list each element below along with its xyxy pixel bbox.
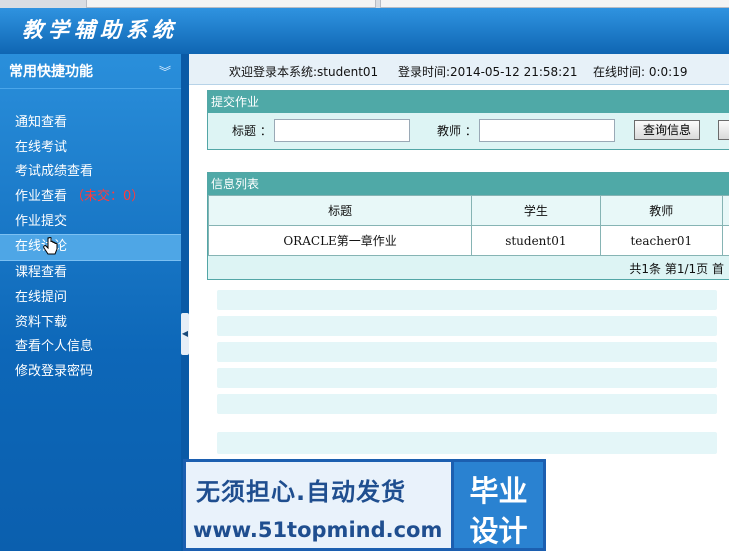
watermark-banner: 无须担心.自动发货 www.51topmind.com 毕业 设计	[183, 459, 546, 551]
title-input[interactable]	[274, 119, 410, 142]
cell-title[interactable]: ORACLE第一章作业	[207, 225, 473, 256]
sidebar-item-notice[interactable]: 通知查看	[0, 111, 181, 136]
status-bar: 欢迎登录本系统:student01 登录时间:2014-05-12 21:58:…	[189, 54, 729, 85]
cell-action[interactable]	[722, 225, 729, 256]
search-form: 标题 ： 教师 ： 查询信息	[208, 113, 729, 147]
column-header: 教师	[599, 195, 724, 226]
column-header	[722, 195, 729, 226]
double-chevron-down-icon[interactable]: ︾	[159, 63, 171, 80]
sidebar-item-label: 修改登录密码	[15, 363, 94, 379]
banner-right: 毕业 设计	[454, 462, 543, 548]
sidebar-item-homework-submit[interactable]: 作业提交	[0, 210, 181, 235]
browser-tab[interactable]	[380, 0, 729, 8]
pagination[interactable]: 共1条 第1/1页 首	[208, 256, 729, 282]
sidebar-item-label: 考试成绩查看	[15, 164, 94, 180]
online-time: 在线时间: 0:0:19	[593, 65, 688, 79]
column-header: 标题	[207, 195, 473, 226]
browser-tab-strip	[0, 0, 729, 8]
sidebar-item-questions[interactable]: 在线提问	[0, 286, 181, 311]
sidebar-item-online-exam[interactable]: 在线考试	[0, 136, 181, 161]
sidebar-item-courses[interactable]: 课程查看	[0, 261, 181, 286]
panel-title: 信息列表	[208, 173, 729, 195]
second-button[interactable]	[718, 120, 729, 140]
banner-word-1: 毕业	[469, 474, 528, 508]
sidebar-item-discussion[interactable]: 在线讨论	[0, 234, 181, 262]
query-button[interactable]: 查询信息	[634, 120, 701, 140]
sidebar-item-label: 课程查看	[15, 265, 68, 281]
sidebar-item-label: 作业提交	[15, 213, 68, 229]
banner-slogan: 无须担心.自动发货	[196, 478, 407, 506]
collapse-sidebar-icon[interactable]: ◀	[181, 313, 189, 355]
sidebar-item-label: 在线讨论	[15, 239, 68, 255]
ghost-row	[217, 290, 717, 310]
cell-student: student01	[471, 225, 601, 256]
sidebar-item-label: 作业查看	[15, 189, 68, 205]
ghost-row	[217, 342, 717, 362]
title-label: 标题 ：	[232, 124, 272, 138]
ghost-row	[217, 368, 717, 388]
unsubmitted-count: （未交：0）	[71, 189, 145, 205]
hand-cursor-icon	[43, 237, 58, 255]
info-list-panel: 信息列表 标题 学生 教师 ORACLE第一章作业 student01 teac…	[207, 172, 729, 280]
sidebar-item-profile[interactable]: 查看个人信息	[0, 335, 181, 360]
teacher-label: 教师 ：	[437, 124, 477, 138]
login-time: 登录时间:2014-05-12 21:58:21	[398, 65, 578, 79]
table-row[interactable]: ORACLE第一章作业 student01 teacher01	[207, 225, 729, 256]
cell-teacher: teacher01	[599, 225, 724, 256]
app-header: 教学辅助系统	[0, 8, 729, 54]
table-header-row: 标题 学生 教师	[207, 195, 729, 226]
submit-homework-panel: 提交作业 标题 ： 教师 ： 查询信息	[207, 90, 729, 150]
sidebar-title: 常用快捷功能	[9, 64, 93, 80]
panel-title: 提交作业	[208, 91, 729, 113]
teacher-input[interactable]	[479, 119, 615, 142]
banner-url: www.51topmind.com	[193, 518, 443, 542]
banner-left: 无须担心.自动发货 www.51topmind.com	[186, 462, 451, 548]
browser-tab[interactable]	[86, 0, 376, 8]
sidebar-item-homework-view[interactable]: 作业查看 （未交：0）	[0, 185, 181, 210]
ghost-row	[217, 432, 717, 454]
ghost-row	[217, 394, 717, 414]
banner-word-2: 设计	[469, 514, 528, 548]
sidebar-item-exam-scores[interactable]: 考试成绩查看	[0, 160, 181, 185]
sidebar-item-label: 资料下载	[15, 314, 68, 330]
sidebar-item-label: 查看个人信息	[15, 339, 94, 355]
column-header: 学生	[471, 195, 601, 226]
sidebar-item-downloads[interactable]: 资料下载	[0, 311, 181, 336]
sidebar: 常用快捷功能 ︾ 通知查看 在线考试 考试成绩查看 作业查看 （未交：0） 作业提…	[0, 54, 181, 551]
info-table: 标题 学生 教师 ORACLE第一章作业 student01 teacher01	[207, 195, 729, 256]
sidebar-item-label: 通知查看	[15, 115, 68, 130]
ghost-row	[217, 316, 717, 336]
app-logo: 教学辅助系统	[22, 17, 178, 42]
sidebar-item-change-password[interactable]: 修改登录密码	[0, 360, 181, 385]
sidebar-item-label: 在线考试	[15, 139, 68, 155]
sidebar-item-label: 在线提问	[15, 289, 68, 305]
sidebar-menu: 通知查看 在线考试 考试成绩查看 作业查看 （未交：0） 作业提交 在线讨论 课程…	[0, 111, 181, 385]
sidebar-header: 常用快捷功能 ︾	[0, 54, 181, 89]
welcome-text: 欢迎登录本系统:student01	[229, 65, 379, 79]
